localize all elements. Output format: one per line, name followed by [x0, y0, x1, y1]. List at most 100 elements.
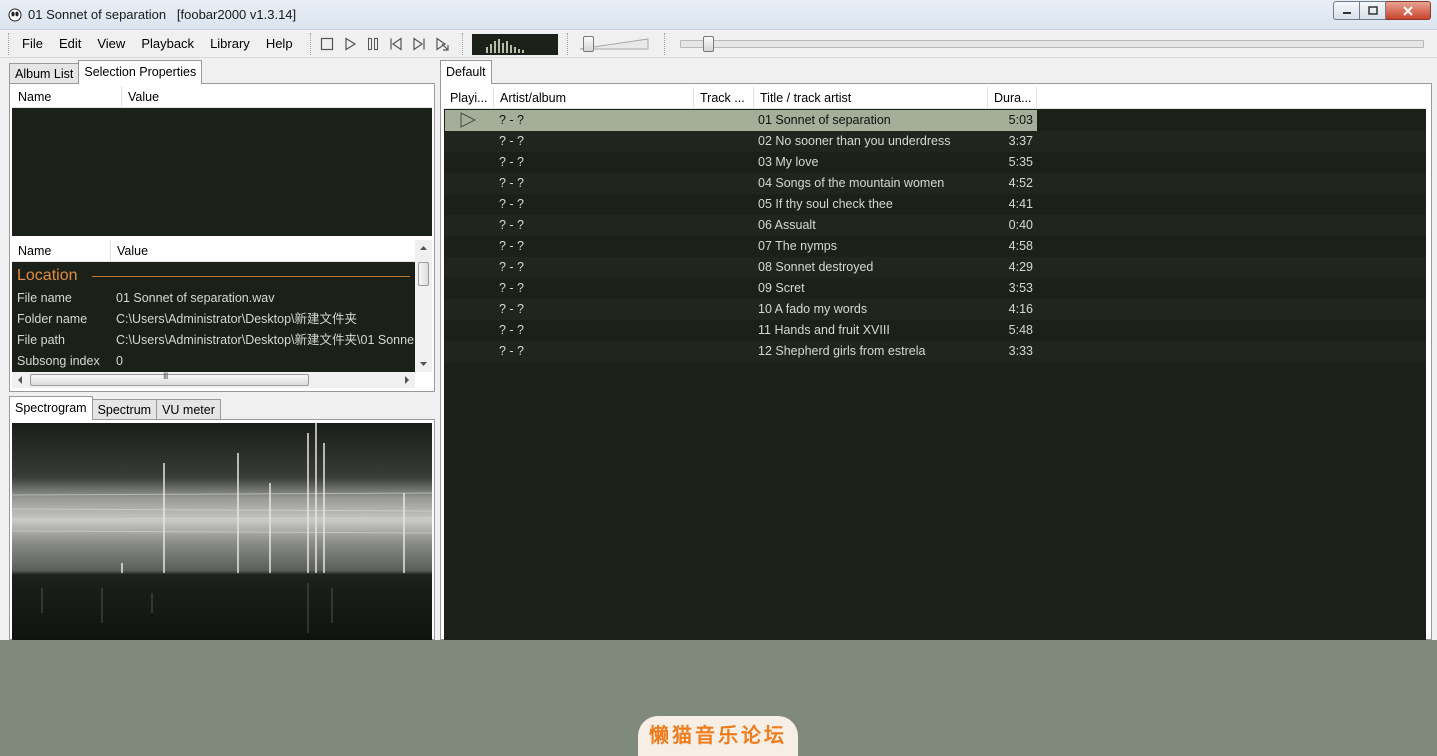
- tab-vu-meter[interactable]: VU meter: [156, 399, 221, 420]
- menu-library[interactable]: Library: [202, 30, 258, 58]
- tab-selection-properties[interactable]: Selection Properties: [78, 60, 203, 84]
- close-button[interactable]: [1386, 1, 1431, 20]
- column-track[interactable]: Track ...: [694, 87, 754, 109]
- property-name: Folder name: [17, 312, 88, 326]
- artist-cell: ? - ?: [499, 323, 525, 337]
- properties-list-bottom[interactable]: Name Value Location File name 01 Sonnet …: [12, 240, 432, 372]
- toolbar-grip[interactable]: [462, 33, 465, 55]
- menu-file[interactable]: File: [14, 30, 51, 58]
- now-playing-icon: [460, 112, 477, 128]
- location-section-header: Location: [12, 264, 414, 288]
- maximize-icon: [1367, 6, 1378, 15]
- artist-cell: ? - ?: [499, 197, 525, 211]
- toolbar-grip[interactable]: [664, 33, 667, 55]
- property-value: C:\Users\Administrator\Desktop\新建文件夹: [116, 312, 358, 326]
- menu-edit[interactable]: Edit: [51, 30, 89, 58]
- duration-cell: 4:29: [1008, 260, 1033, 274]
- playlist-row[interactable]: ? - ? 07 The nymps 4:58: [445, 236, 1426, 257]
- property-row[interactable]: File name 01 Sonnet of separation.wav: [12, 288, 414, 309]
- column-value[interactable]: Value: [111, 240, 415, 262]
- property-name: Subsong index: [17, 354, 100, 368]
- title-cell: 05 If thy soul check thee: [758, 197, 893, 211]
- duration-cell: 4:16: [1008, 302, 1033, 316]
- properties-hscrollbar[interactable]: III: [12, 371, 415, 388]
- random-button[interactable]: [433, 35, 451, 53]
- pause-icon: [368, 38, 378, 50]
- playlist-row[interactable]: ? - ? 06 Assualt 0:40: [445, 215, 1426, 236]
- column-duration[interactable]: Dura...: [988, 87, 1037, 109]
- scroll-up-icon[interactable]: [415, 240, 432, 256]
- toolbar-grip[interactable]: [8, 33, 11, 55]
- tab-spectrum[interactable]: Spectrum: [91, 399, 158, 420]
- column-value[interactable]: Value: [122, 86, 432, 108]
- tab-album-list[interactable]: Album List: [9, 63, 80, 84]
- scroll-left-icon[interactable]: [12, 372, 28, 388]
- seek-bar[interactable]: [680, 36, 1424, 52]
- next-button[interactable]: [410, 35, 428, 53]
- window-title: 01 Sonnet of separation [foobar2000 v1.3…: [28, 7, 297, 22]
- tab-spectrogram[interactable]: Spectrogram: [9, 396, 93, 420]
- properties-list-top[interactable]: Name Value: [12, 86, 432, 236]
- title-cell: 09 Scret: [758, 281, 805, 295]
- tab-playlist-default[interactable]: Default: [440, 60, 492, 84]
- playlist-row[interactable]: ? - ? 12 Shepherd girls from estrela 3:3…: [445, 341, 1426, 362]
- property-row[interactable]: File path C:\Users\Administrator\Desktop…: [12, 330, 414, 351]
- play-icon: [345, 37, 357, 51]
- toolbar-visualisation: [472, 34, 558, 55]
- scroll-thumb[interactable]: III: [30, 371, 309, 386]
- playlist-row[interactable]: ? - ? 10 A fado my words 4:16: [445, 299, 1426, 320]
- previous-button[interactable]: [387, 35, 405, 53]
- properties-header-bottom: Name Value: [12, 240, 415, 262]
- column-title[interactable]: Title / track artist: [754, 87, 988, 109]
- duration-cell: 5:35: [1008, 155, 1033, 169]
- playlist-row[interactable]: ? - ? 05 If thy soul check thee 4:41: [445, 194, 1426, 215]
- property-value: C:\Users\Administrator\Desktop\新建文件夹\01 …: [116, 333, 414, 347]
- playlist-row[interactable]: ? - ? 08 Sonnet destroyed 4:29: [445, 257, 1426, 278]
- title-cell: 11 Hands and fruit XVIII: [758, 323, 890, 337]
- toolbar-grip[interactable]: [567, 33, 570, 55]
- scroll-right-icon[interactable]: [399, 372, 415, 388]
- close-icon: [1403, 5, 1413, 16]
- playlist-row[interactable]: ? - ? 11 Hands and fruit XVIII 5:48: [445, 320, 1426, 341]
- playlist-row[interactable]: ? - ? 03 My love 5:35: [445, 152, 1426, 173]
- spectrogram-display: [12, 423, 432, 640]
- properties-vscrollbar[interactable]: [415, 240, 432, 372]
- title-cell: 07 The nymps: [758, 239, 837, 253]
- column-playing[interactable]: Playi...: [444, 87, 494, 109]
- playlist-view[interactable]: Playi... Artist/album Track ... Title / …: [444, 87, 1426, 640]
- menu-playback[interactable]: Playback: [133, 30, 202, 58]
- seek-thumb[interactable]: [703, 36, 714, 52]
- menu-view[interactable]: View: [89, 30, 133, 58]
- minimize-button[interactable]: [1333, 1, 1360, 20]
- menu-help[interactable]: Help: [258, 30, 301, 58]
- maximize-button[interactable]: [1360, 1, 1386, 20]
- playlist-row[interactable]: ? - ? 09 Scret 3:53: [445, 278, 1426, 299]
- artist-cell: ? - ?: [499, 113, 525, 127]
- volume-slider[interactable]: [576, 36, 651, 52]
- artist-cell: ? - ?: [499, 344, 525, 358]
- toolbar-grip[interactable]: [310, 33, 313, 55]
- property-row[interactable]: Subsong index 0: [12, 351, 414, 372]
- artist-cell: ? - ?: [499, 218, 525, 232]
- title-bar[interactable]: 01 Sonnet of separation [foobar2000 v1.3…: [0, 0, 1437, 30]
- pause-button[interactable]: [364, 35, 382, 53]
- spectrogram-image: [12, 423, 432, 640]
- volume-thumb[interactable]: [583, 36, 594, 52]
- column-name[interactable]: Name: [12, 240, 111, 262]
- property-row[interactable]: Folder name C:\Users\Administrator\Deskt…: [12, 309, 414, 330]
- playlist-row[interactable]: ? - ? 04 Songs of the mountain women 4:5…: [445, 173, 1426, 194]
- scroll-thumb[interactable]: [418, 262, 429, 286]
- property-name: File name: [17, 291, 72, 305]
- duration-cell: 3:37: [1008, 134, 1033, 148]
- scroll-down-icon[interactable]: [415, 356, 432, 372]
- previous-icon: [390, 37, 402, 51]
- column-artist-album[interactable]: Artist/album: [494, 87, 694, 109]
- property-value: 01 Sonnet of separation.wav: [116, 291, 275, 305]
- stop-button[interactable]: [318, 35, 336, 53]
- playlist-row[interactable]: ? - ? 02 No sooner than you underdress 3…: [445, 131, 1426, 152]
- playlist-row[interactable]: ? - ? 01 Sonnet of separation 5:03: [445, 110, 1037, 131]
- next-icon: [413, 37, 425, 51]
- column-name[interactable]: Name: [12, 86, 122, 108]
- play-button[interactable]: [341, 35, 359, 53]
- title-cell: 02 No sooner than you underdress: [758, 134, 951, 148]
